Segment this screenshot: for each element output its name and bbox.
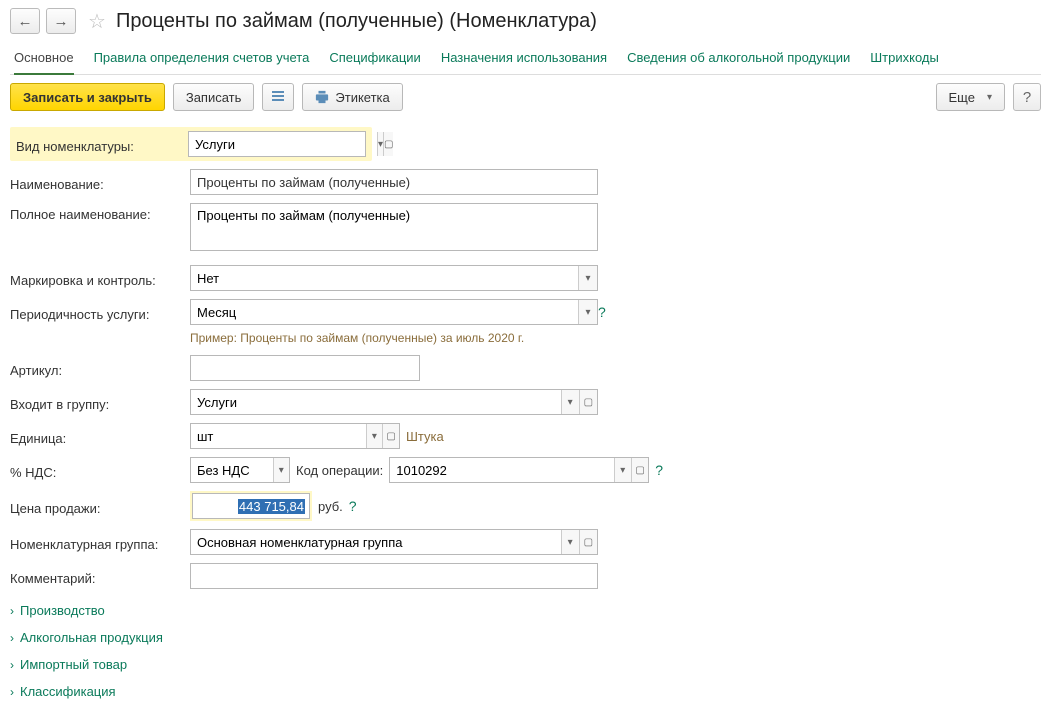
marking-label: Маркировка и контроль:: [10, 269, 190, 288]
favorite-star-icon[interactable]: ☆: [88, 9, 106, 34]
tab-barcodes[interactable]: Штрихкоды: [870, 44, 939, 74]
period-hint: Пример: Проценты по займам (полученные) …: [190, 331, 890, 345]
chevron-right-icon: ›: [10, 631, 14, 645]
tab-alcohol-info[interactable]: Сведения об алкогольной продукции: [627, 44, 850, 74]
save-and-close-button[interactable]: Записать и закрыть: [10, 83, 165, 111]
page-title: Проценты по займам (полученные) (Номенкл…: [116, 10, 597, 33]
nomgroup-dropdown-icon[interactable]: ▾: [561, 530, 579, 554]
fullname-textarea[interactable]: [190, 203, 598, 251]
expander-classification[interactable]: › Классификация: [10, 678, 890, 705]
group-input[interactable]: [191, 390, 561, 414]
printer-icon: [315, 90, 329, 104]
type-open-icon[interactable]: ▢: [383, 132, 393, 156]
tab-bar: Основное Правила определения счетов учет…: [10, 44, 1041, 75]
marking-dropdown-icon[interactable]: ▾: [578, 266, 597, 290]
opcode-help-icon[interactable]: ?: [655, 462, 663, 478]
name-input[interactable]: [190, 169, 598, 195]
unit-input[interactable]: [191, 424, 366, 448]
opcode-input[interactable]: [390, 458, 613, 482]
nav-back-button[interactable]: ←: [10, 8, 40, 34]
comment-input[interactable]: [190, 563, 598, 589]
expander-import[interactable]: › Импортный товар: [10, 651, 890, 678]
nomgroup-label: Номенклатурная группа:: [10, 533, 190, 552]
group-label: Входит в группу:: [10, 393, 190, 412]
unit-dropdown-icon[interactable]: ▾: [366, 424, 383, 448]
unit-desc: Штука: [406, 429, 444, 444]
group-open-icon[interactable]: ▢: [579, 390, 597, 414]
nav-forward-button[interactable]: →: [46, 8, 76, 34]
vat-input[interactable]: [191, 458, 273, 482]
save-button[interactable]: Записать: [173, 83, 255, 111]
article-input[interactable]: [190, 355, 420, 381]
list-icon-button[interactable]: [262, 83, 294, 111]
period-input[interactable]: [191, 300, 578, 324]
article-label: Артикул:: [10, 359, 190, 378]
unit-label: Единица:: [10, 427, 190, 446]
expander-alcohol[interactable]: › Алкогольная продукция: [10, 624, 890, 651]
name-label: Наименование:: [10, 173, 190, 192]
type-label: Вид номенклатуры:: [16, 135, 188, 154]
period-help-icon[interactable]: ?: [598, 304, 606, 320]
opcode-label: Код операции:: [296, 463, 383, 478]
tab-main[interactable]: Основное: [14, 44, 74, 75]
comment-label: Комментарий:: [10, 567, 190, 586]
help-button[interactable]: ?: [1013, 83, 1041, 111]
price-label: Цена продажи:: [10, 497, 190, 516]
label-print-button[interactable]: Этикетка: [302, 83, 402, 111]
opcode-open-icon[interactable]: ▢: [631, 458, 648, 482]
unit-open-icon[interactable]: ▢: [382, 424, 399, 448]
fullname-label: Полное наименование:: [10, 203, 190, 222]
list-icon: [271, 90, 285, 104]
chevron-right-icon: ›: [10, 685, 14, 699]
tab-usage-purposes[interactable]: Назначения использования: [441, 44, 607, 74]
price-unit: руб.: [318, 499, 343, 514]
nomgroup-open-icon[interactable]: ▢: [579, 530, 597, 554]
chevron-right-icon: ›: [10, 658, 14, 672]
expander-production[interactable]: › Производство: [10, 597, 890, 624]
type-input[interactable]: [189, 132, 377, 156]
price-input[interactable]: 443 715,84: [192, 493, 310, 519]
chevron-right-icon: ›: [10, 604, 14, 618]
period-label: Периодичность услуги:: [10, 303, 190, 322]
price-help-icon[interactable]: ?: [349, 498, 357, 514]
period-dropdown-icon[interactable]: ▾: [578, 300, 597, 324]
group-dropdown-icon[interactable]: ▾: [561, 390, 579, 414]
opcode-dropdown-icon[interactable]: ▾: [614, 458, 631, 482]
tab-accounts-rules[interactable]: Правила определения счетов учета: [94, 44, 310, 74]
tab-specifications[interactable]: Спецификации: [329, 44, 421, 74]
nomgroup-input[interactable]: [191, 530, 561, 554]
vat-dropdown-icon[interactable]: ▾: [273, 458, 289, 482]
more-button[interactable]: Еще: [936, 83, 1005, 111]
marking-input[interactable]: [191, 266, 578, 290]
vat-label: % НДС:: [10, 461, 190, 480]
